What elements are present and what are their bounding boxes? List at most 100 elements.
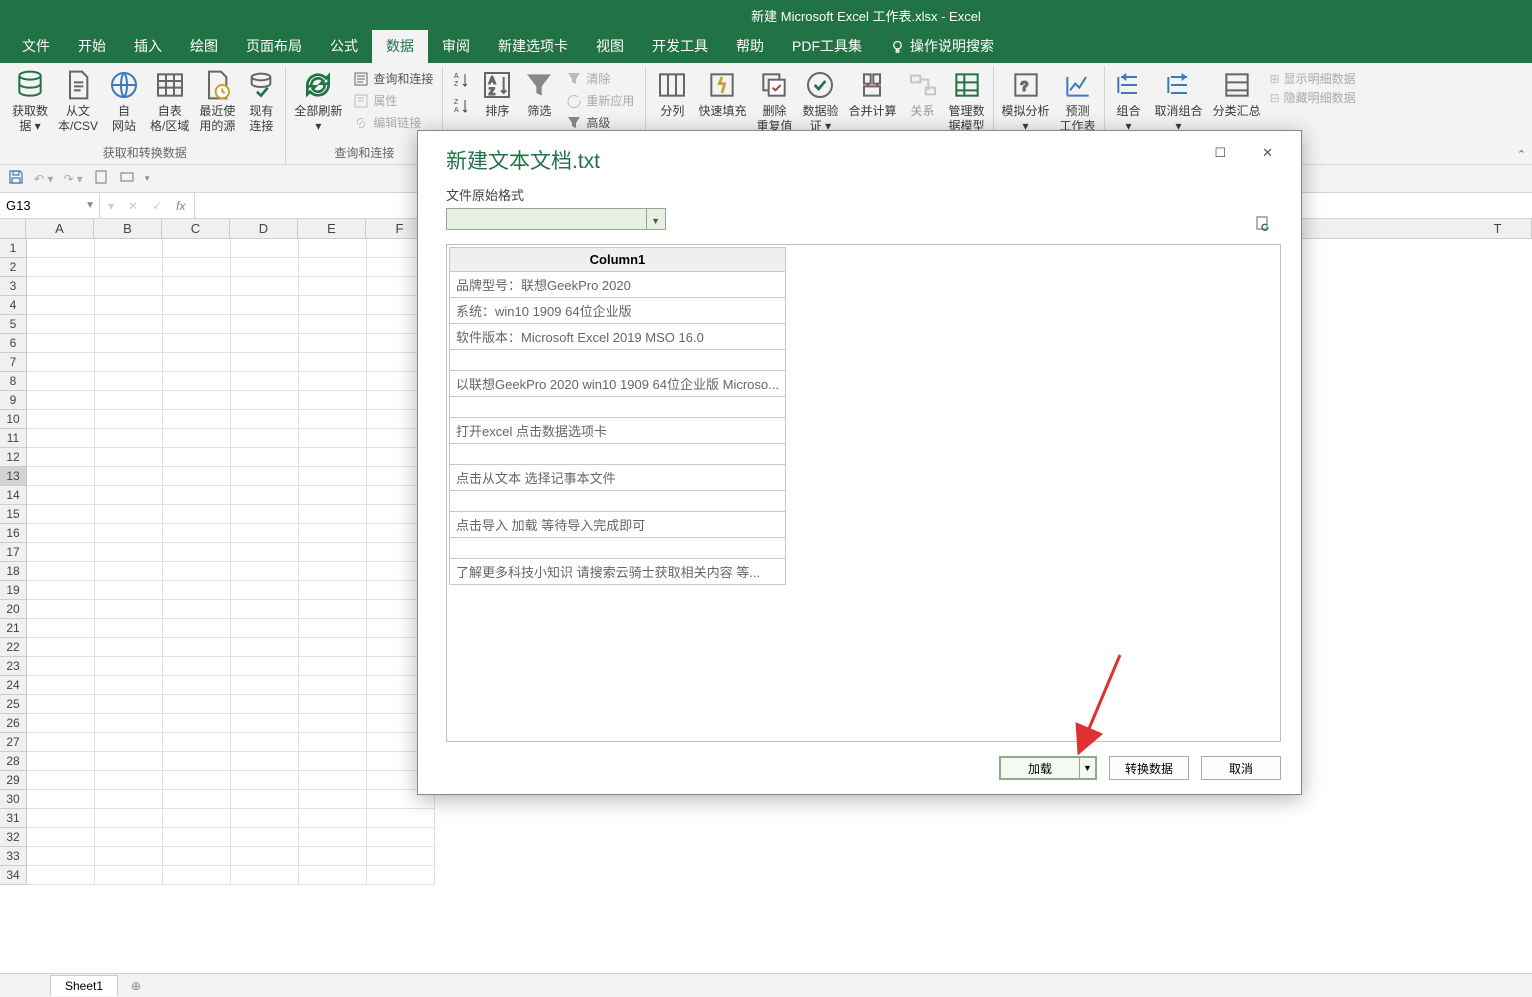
cell[interactable] [163, 695, 231, 714]
save-button[interactable] [8, 169, 24, 188]
cell[interactable] [231, 638, 299, 657]
tab-review[interactable]: 审阅 [428, 29, 484, 63]
cell[interactable] [299, 638, 367, 657]
cell[interactable] [27, 676, 95, 695]
col-header[interactable]: A [26, 219, 94, 238]
cell[interactable] [231, 315, 299, 334]
cell[interactable] [27, 809, 95, 828]
col-header[interactable]: T [1464, 219, 1532, 238]
cell[interactable] [95, 391, 163, 410]
undo-button[interactable]: ↶ ▾ [34, 172, 53, 186]
cell[interactable] [367, 847, 435, 866]
col-header[interactable]: C [162, 219, 230, 238]
row-header[interactable]: 24 [0, 676, 26, 695]
transform-data-button[interactable]: 转换数据 [1109, 756, 1189, 780]
cell[interactable] [27, 752, 95, 771]
cell[interactable] [27, 619, 95, 638]
cell[interactable] [27, 638, 95, 657]
cell[interactable] [299, 391, 367, 410]
cell[interactable] [95, 277, 163, 296]
load-dropdown-button[interactable]: ▼ [1079, 756, 1097, 780]
cell[interactable] [299, 429, 367, 448]
cell[interactable] [27, 733, 95, 752]
existing-connections-button[interactable]: 现有 连接 [241, 66, 281, 137]
cell[interactable] [27, 296, 95, 315]
recent-sources-button[interactable]: 最近使 用的源 [195, 66, 239, 137]
row-header[interactable]: 11 [0, 429, 26, 448]
redo-button[interactable]: ↷ ▾ [63, 172, 82, 186]
cell[interactable] [163, 448, 231, 467]
cell[interactable] [231, 828, 299, 847]
cell[interactable] [231, 239, 299, 258]
cell[interactable] [231, 353, 299, 372]
cell[interactable] [163, 467, 231, 486]
row-header[interactable]: 34 [0, 866, 26, 885]
cell[interactable] [299, 562, 367, 581]
cell[interactable] [299, 239, 367, 258]
row-header[interactable]: 33 [0, 847, 26, 866]
row-header[interactable]: 10 [0, 410, 26, 429]
tab-data[interactable]: 数据 [372, 29, 428, 63]
cell[interactable] [27, 847, 95, 866]
cell[interactable] [95, 524, 163, 543]
row-header[interactable]: 5 [0, 315, 26, 334]
cell[interactable] [231, 600, 299, 619]
cell[interactable] [27, 562, 95, 581]
cell[interactable] [95, 847, 163, 866]
cell[interactable] [163, 410, 231, 429]
cell[interactable] [95, 600, 163, 619]
cell[interactable] [367, 809, 435, 828]
cell[interactable] [27, 239, 95, 258]
cell[interactable] [95, 334, 163, 353]
add-sheet-button[interactable]: ⊕ [126, 976, 146, 996]
file-origin-combo[interactable]: ▼ [446, 208, 666, 230]
cell[interactable] [231, 391, 299, 410]
cell[interactable] [299, 467, 367, 486]
cell[interactable] [27, 258, 95, 277]
cell[interactable] [231, 657, 299, 676]
row-header[interactable]: 3 [0, 277, 26, 296]
cell[interactable] [163, 505, 231, 524]
cell[interactable] [95, 258, 163, 277]
cell[interactable] [231, 429, 299, 448]
cell[interactable] [95, 828, 163, 847]
consolidate-button[interactable]: 合并计算 [844, 66, 900, 122]
cell[interactable] [27, 448, 95, 467]
cell[interactable] [163, 866, 231, 885]
cell[interactable] [27, 505, 95, 524]
cell[interactable] [163, 391, 231, 410]
cell[interactable] [231, 505, 299, 524]
cell[interactable] [95, 562, 163, 581]
cell[interactable] [95, 372, 163, 391]
cell[interactable] [163, 600, 231, 619]
cell[interactable] [95, 315, 163, 334]
from-web-button[interactable]: 自 网站 [104, 66, 144, 137]
cell[interactable] [95, 733, 163, 752]
cell[interactable] [27, 410, 95, 429]
cell[interactable] [27, 353, 95, 372]
refresh-preview-button[interactable] [1255, 215, 1271, 231]
cell[interactable] [95, 676, 163, 695]
row-header[interactable]: 16 [0, 524, 26, 543]
col-header[interactable]: B [94, 219, 162, 238]
row-header[interactable]: 1 [0, 239, 26, 258]
cell[interactable] [95, 296, 163, 315]
cell[interactable] [95, 695, 163, 714]
sort-desc-button[interactable]: ZA [449, 94, 473, 118]
cell[interactable] [163, 828, 231, 847]
qa-print-button[interactable] [93, 169, 109, 188]
name-box-input[interactable] [6, 198, 76, 213]
cell[interactable] [299, 372, 367, 391]
cell[interactable] [299, 296, 367, 315]
cell[interactable] [27, 334, 95, 353]
cell[interactable] [27, 790, 95, 809]
cell[interactable] [231, 847, 299, 866]
cancel-button[interactable]: 取消 [1201, 756, 1281, 780]
cell[interactable] [299, 524, 367, 543]
cell[interactable] [163, 771, 231, 790]
cell[interactable] [163, 258, 231, 277]
cell[interactable] [299, 828, 367, 847]
cell[interactable] [95, 353, 163, 372]
cell[interactable] [95, 581, 163, 600]
cell[interactable] [299, 752, 367, 771]
